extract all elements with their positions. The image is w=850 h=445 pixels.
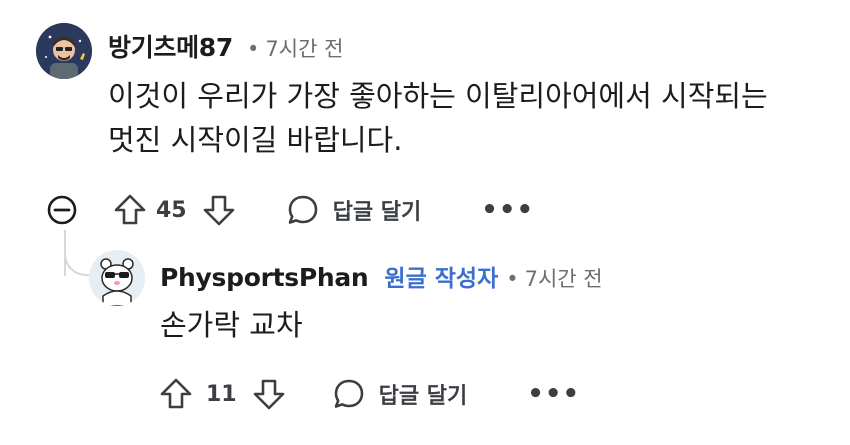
comment-1-actions: 45 답글 달기 ••• (40, 188, 534, 232)
reply-bubble-icon[interactable] (285, 192, 321, 228)
comment-2-more-button[interactable]: ••• (527, 379, 580, 409)
comment-1-vote-count: 45 (156, 197, 187, 223)
upvote-icon[interactable] (112, 192, 148, 228)
comment-2-body: 손가락 교차 (160, 308, 303, 342)
collapse-icon[interactable] (40, 188, 84, 232)
thread-connector (64, 240, 90, 276)
comment-2-actions: 11 답글 달기 ••• (158, 372, 580, 416)
separator-dot: • (506, 267, 519, 291)
comment-2-time: • 7시간 전 (506, 263, 602, 293)
upvote-icon[interactable] (158, 376, 194, 412)
comment-2-header: PhysportsPhan 원글 작성자 • 7시간 전 (160, 259, 603, 293)
comment-1-time-text: 7시간 전 (265, 37, 344, 61)
avatar-image (89, 250, 145, 306)
comment-2-time-text: 7시간 전 (524, 267, 603, 291)
comment-1-username[interactable]: 방기츠메87 (108, 28, 233, 64)
avatar-image (36, 23, 92, 79)
separator-dot: • (247, 37, 260, 61)
comment-2-reply-button[interactable]: 답글 달기 (379, 378, 468, 410)
comment-1-time: • 7시간 전 (247, 33, 343, 63)
comment-1-reply-button[interactable]: 답글 달기 (333, 194, 422, 226)
downvote-icon[interactable] (201, 192, 237, 228)
avatar-comment-2[interactable] (89, 250, 145, 306)
downvote-icon[interactable] (251, 376, 287, 412)
comment-1-body: 이것이 우리가 가장 좋아하는 이탈리아어에서 시작되는 멋진 시작이길 바랍니… (108, 79, 768, 157)
op-badge: 원글 작성자 (384, 266, 499, 292)
comment-1-more-button[interactable]: ••• (481, 195, 534, 225)
reply-bubble-icon[interactable] (331, 376, 367, 412)
comment-2-vote-count: 11 (206, 381, 237, 407)
avatar-comment-1[interactable] (36, 23, 92, 79)
comment-2-username[interactable]: PhysportsPhan (160, 263, 369, 292)
comment-1-header: 방기츠메87 • 7시간 전 (108, 28, 343, 64)
